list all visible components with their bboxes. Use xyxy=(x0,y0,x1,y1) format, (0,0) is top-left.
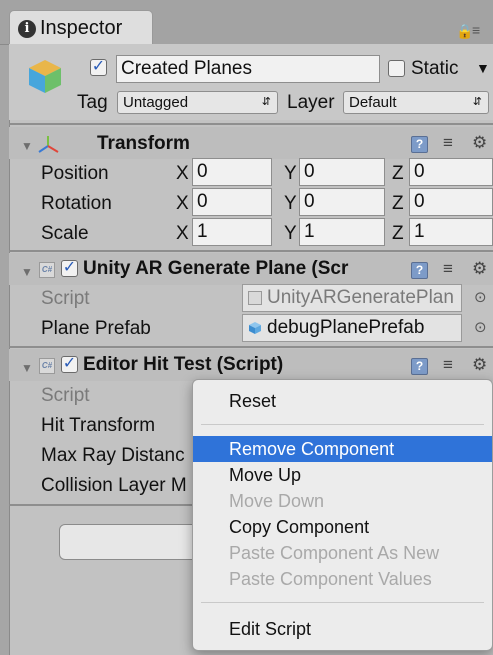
script-label: Script xyxy=(41,385,90,406)
axis-x-label: X xyxy=(176,193,189,214)
foldout-arrow-icon[interactable]: ▼ xyxy=(21,139,33,153)
script-value: UnityARGeneratePlan xyxy=(267,287,454,308)
plane-prefab-field[interactable]: debugPlanePrefab xyxy=(242,314,462,342)
max-ray-distance-label: Max Ray Distanc xyxy=(41,445,185,466)
chevron-updown-icon: ⇵ xyxy=(472,96,482,108)
menu-item-copy-component[interactable]: Copy Component xyxy=(193,514,492,540)
tab-inspector[interactable]: i Inspector xyxy=(9,10,153,44)
foldout-arrow-icon[interactable]: ▼ xyxy=(21,361,33,375)
position-x-field[interactable]: 0 xyxy=(192,158,272,186)
script-label: Script xyxy=(41,288,90,309)
menu-item-paste-as-new: Paste Component As New xyxy=(229,543,440,563)
chevron-updown-icon: ⇵ xyxy=(261,96,271,108)
transform-title: Transform xyxy=(97,133,190,154)
section-divider xyxy=(9,346,493,348)
layer-dropdown[interactable]: Default ⇵ xyxy=(343,91,489,114)
tab-menu-icon[interactable]: ≡ xyxy=(472,22,480,38)
position-label: Position xyxy=(41,163,109,184)
scale-label: Scale xyxy=(41,223,89,244)
axis-z-label: Z xyxy=(392,193,404,214)
menu-item-remove-component[interactable]: Remove Component xyxy=(193,436,492,462)
tab-inspector-label: Inspector xyxy=(40,17,123,39)
tag-value: Untagged xyxy=(123,94,189,111)
axis-z-label: Z xyxy=(392,223,404,244)
gear-icon[interactable]: ⚙ xyxy=(472,355,487,375)
script-field[interactable]: UnityARGeneratePlan xyxy=(242,284,462,312)
preset-icon[interactable]: ≡ xyxy=(443,355,453,375)
axis-y-label: Y xyxy=(284,163,297,184)
preset-icon[interactable]: ≡ xyxy=(443,133,453,153)
object-picker-icon[interactable]: ⊙ xyxy=(474,288,487,306)
menu-separator xyxy=(201,424,484,425)
axis-x-label: X xyxy=(176,223,189,244)
static-label: Static xyxy=(411,58,459,79)
menu-item-reset[interactable]: Reset xyxy=(193,388,492,414)
hit-transform-label: Hit Transform xyxy=(41,415,156,436)
position-y-field[interactable]: 0 xyxy=(299,158,385,186)
help-icon[interactable]: ? xyxy=(411,136,428,153)
scale-x-field[interactable]: 1 xyxy=(192,218,272,246)
rotation-y-field[interactable]: 0 xyxy=(299,188,385,216)
position-z-field[interactable]: 0 xyxy=(409,158,493,186)
gameobject-name-field[interactable]: Created Planes xyxy=(116,55,380,83)
lock-icon[interactable]: 🔒 xyxy=(456,23,473,40)
tag-label: Tag xyxy=(77,92,108,113)
section-divider xyxy=(9,123,493,125)
help-icon[interactable]: ? xyxy=(411,358,428,375)
axis-y-label: Y xyxy=(284,223,297,244)
object-picker-icon[interactable]: ⊙ xyxy=(474,318,487,336)
plane-prefab-value: debugPlanePrefab xyxy=(267,317,425,338)
prefab-icon xyxy=(249,322,261,334)
plane-prefab-label: Plane Prefab xyxy=(41,318,151,339)
csharp-script-icon xyxy=(248,291,262,305)
transform-icon xyxy=(38,136,59,153)
generate-plane-enabled-checkbox[interactable]: ✓ xyxy=(61,260,78,277)
static-checkbox[interactable] xyxy=(388,60,405,77)
csharp-script-icon: C# xyxy=(39,262,55,278)
layer-label: Layer xyxy=(287,92,335,113)
static-dropdown-icon[interactable]: ▼ xyxy=(476,60,490,76)
generate-plane-title: Unity AR Generate Plane (Scr xyxy=(83,258,349,279)
menu-item-edit-script[interactable]: Edit Script xyxy=(193,616,492,642)
scale-z-field[interactable]: 1 xyxy=(409,218,493,246)
collision-layer-mask-label: Collision Layer M xyxy=(41,475,187,496)
gameobject-active-checkbox[interactable]: ✓ xyxy=(90,59,107,76)
help-icon[interactable]: ? xyxy=(411,262,428,279)
rotation-z-field[interactable]: 0 xyxy=(409,188,493,216)
scale-y-field[interactable]: 1 xyxy=(299,218,385,246)
axis-x-label: X xyxy=(176,163,189,184)
menu-item-move-down: Move Down xyxy=(229,491,325,511)
gear-icon[interactable]: ⚙ xyxy=(472,133,487,153)
tag-dropdown[interactable]: Untagged ⇵ xyxy=(117,91,278,114)
menu-separator xyxy=(201,602,484,603)
component-context-menu: Reset Remove Component Move Up Move Down… xyxy=(192,379,493,651)
preset-icon[interactable]: ≡ xyxy=(443,259,453,279)
hit-test-enabled-checkbox[interactable]: ✓ xyxy=(61,356,78,373)
menu-item-move-up[interactable]: Move Up xyxy=(193,462,492,488)
menu-item-paste-values: Paste Component Values xyxy=(229,569,432,589)
rotation-label: Rotation xyxy=(41,193,112,214)
layer-value: Default xyxy=(349,94,397,111)
gear-icon[interactable]: ⚙ xyxy=(472,259,487,279)
section-divider xyxy=(9,250,493,252)
axis-z-label: Z xyxy=(392,163,404,184)
hit-test-title: Editor Hit Test (Script) xyxy=(83,354,284,375)
info-icon: i xyxy=(18,19,36,38)
gameobject-cube-icon xyxy=(29,60,61,93)
rotation-x-field[interactable]: 0 xyxy=(192,188,272,216)
csharp-script-icon: C# xyxy=(39,358,55,374)
foldout-arrow-icon[interactable]: ▼ xyxy=(21,265,33,279)
axis-y-label: Y xyxy=(284,193,297,214)
